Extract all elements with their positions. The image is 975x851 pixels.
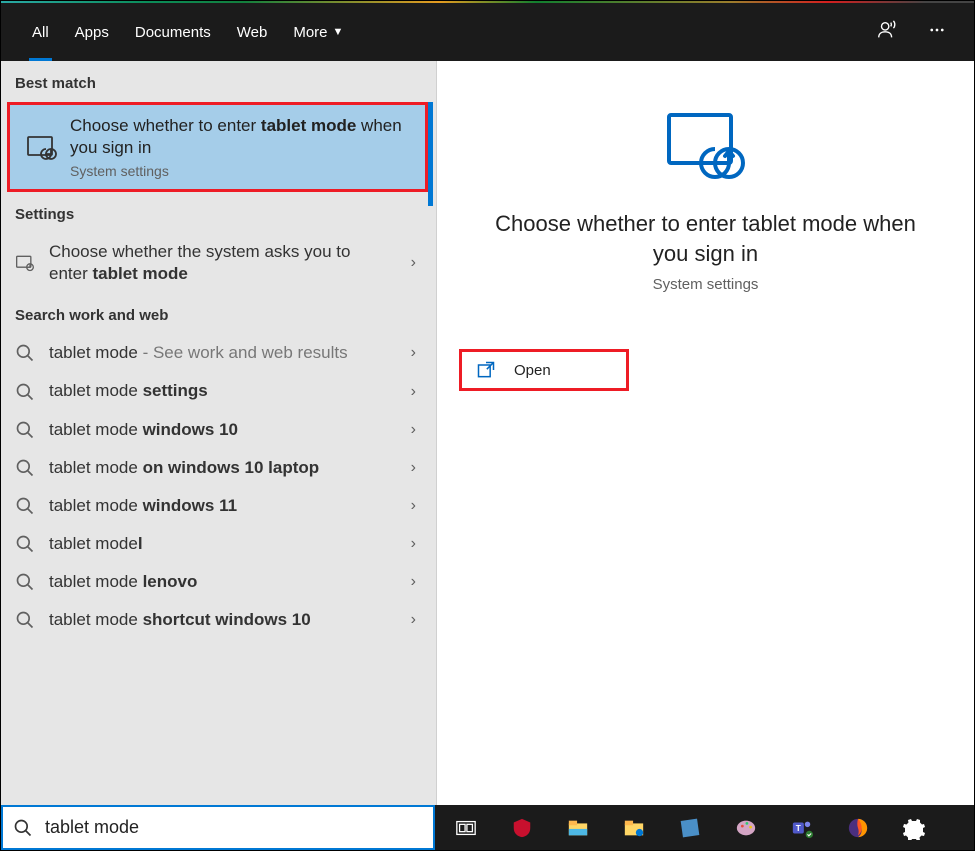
taskbar-onenote[interactable] [667,808,713,848]
search-box[interactable] [1,805,435,850]
tab-apps[interactable]: Apps [62,3,122,61]
web-result-text: tablet mode settings [49,380,405,402]
settings-result-bold: tablet mode [92,264,187,283]
tab-more[interactable]: More ▼ [280,3,356,61]
settings-result-text: Choose whether the system asks you to en… [49,241,405,285]
web-result-5[interactable]: tablet model› [1,525,436,563]
search-icon [15,496,35,516]
web-result-1[interactable]: tablet mode settings› [1,372,436,410]
best-match-bold: tablet mode [261,116,356,135]
web-result-6[interactable]: tablet mode lenovo› [1,563,436,601]
tab-web[interactable]: Web [224,3,281,61]
web-result-7[interactable]: tablet mode shortcut windows 10› [1,601,436,639]
web-result-text: tablet mode windows 11 [49,495,405,517]
web-result-text: tablet mode on windows 10 laptop [49,457,405,479]
tablet-mode-icon-small [15,253,35,273]
preview-title: Choose whether to enter tablet mode when… [486,209,926,268]
bottom-bar: T [1,805,974,850]
taskbar-file-explorer-2[interactable] [611,808,657,848]
search-icon [15,343,35,363]
search-icon [15,572,35,592]
web-result-2[interactable]: tablet mode windows 10› [1,411,436,449]
chevron-right-icon[interactable]: › [405,497,422,515]
section-best-match: Best match [1,61,436,102]
search-icon [13,818,33,838]
chevron-down-icon: ▼ [333,26,344,38]
chevron-right-icon[interactable]: › [405,383,422,401]
web-result-text: tablet mode windows 10 [49,419,405,441]
tab-all[interactable]: All [19,3,62,61]
taskbar-task-view[interactable] [443,808,489,848]
web-result-text: tablet model [49,533,405,555]
chevron-right-icon[interactable]: › [405,254,422,272]
taskbar: T [435,805,974,850]
chevron-right-icon[interactable]: › [405,535,422,553]
search-icon [15,420,35,440]
search-icon [15,534,35,554]
preview-pane: Choose whether to enter tablet mode when… [437,61,974,806]
feedback-icon[interactable] [876,19,898,46]
best-match-subtitle: System settings [70,163,409,179]
search-input[interactable] [45,817,423,838]
taskbar-firefox[interactable] [835,808,881,848]
preview-subtitle: System settings [653,276,759,293]
settings-result[interactable]: Choose whether the system asks you to en… [1,233,436,293]
more-options-icon[interactable] [928,21,946,44]
section-settings: Settings [1,192,436,233]
search-icon [15,382,35,402]
selection-accent [428,102,433,206]
best-match-title: Choose whether to enter tablet mode when… [70,115,409,159]
web-result-text: tablet mode shortcut windows 10 [49,609,405,631]
taskbar-settings[interactable] [891,808,937,848]
chevron-right-icon[interactable]: › [405,459,422,477]
web-result-text: tablet mode lenovo [49,571,405,593]
chevron-right-icon[interactable]: › [405,344,422,362]
taskbar-mcafee[interactable] [499,808,545,848]
search-header: All Apps Documents Web More ▼ [1,3,974,61]
taskbar-paint[interactable] [723,808,769,848]
best-match-prefix: Choose whether to enter [70,116,261,135]
open-icon [476,360,496,380]
results-pane: Best match Choose whether to enter table… [1,61,437,806]
open-label: Open [514,362,551,379]
chevron-right-icon[interactable]: › [405,573,422,591]
chevron-right-icon[interactable]: › [405,421,422,439]
search-icon [15,610,35,630]
section-search-web: Search work and web [1,293,436,334]
tablet-mode-icon [26,131,58,163]
web-result-3[interactable]: tablet mode on windows 10 laptop› [1,449,436,487]
web-result-0[interactable]: tablet mode - See work and web results› [1,334,436,372]
svg-text:T: T [796,823,801,832]
tab-documents[interactable]: Documents [122,3,224,61]
chevron-right-icon[interactable]: › [405,611,422,629]
taskbar-teams[interactable]: T [779,808,825,848]
web-result-text: tablet mode - See work and web results [49,342,405,364]
search-icon [15,458,35,478]
tablet-mode-preview-icon [663,101,749,187]
best-match-result[interactable]: Choose whether to enter tablet mode when… [7,102,428,192]
header-tabs: All Apps Documents Web More ▼ [19,3,356,61]
tab-more-label: More [293,24,327,41]
header-icons [876,19,964,46]
web-result-4[interactable]: tablet mode windows 11› [1,487,436,525]
taskbar-file-explorer[interactable] [555,808,601,848]
open-button[interactable]: Open [459,349,629,391]
